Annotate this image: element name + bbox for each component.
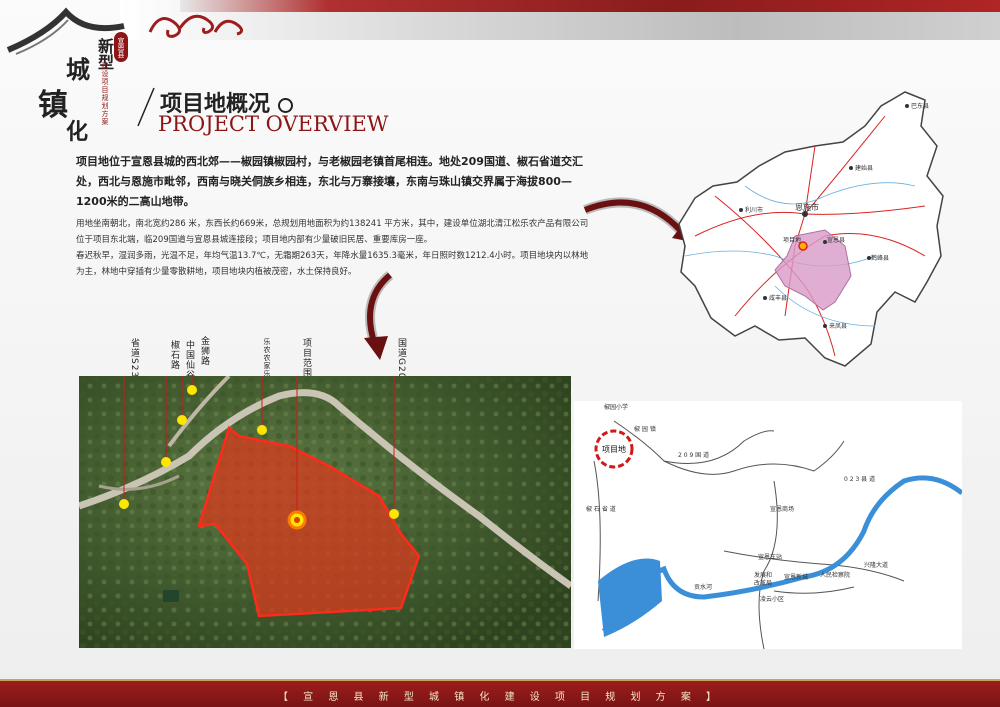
satellite-image xyxy=(79,376,571,648)
footer-text: 【 宣 恩 县 新 型 城 镇 化 建 设 项 目 规 划 方 案 】 xyxy=(277,692,723,703)
svg-text:椒园小学: 椒园小学 xyxy=(604,403,628,411)
callout-dot-jinshi xyxy=(187,385,197,395)
svg-text:咸丰县: 咸丰县 xyxy=(769,294,787,302)
header-red-strip xyxy=(180,0,1000,12)
logo-char-zhen: 镇 xyxy=(38,88,68,123)
callout-label-xiangu: 中国仙谷 xyxy=(184,340,194,380)
svg-text:0 2 3 县 道: 0 2 3 县 道 xyxy=(844,475,875,483)
svg-text:鹤峰县: 鹤峰县 xyxy=(871,254,889,262)
svg-text:宣恩县: 宣恩县 xyxy=(827,236,845,244)
svg-text:人民检察院: 人民检察院 xyxy=(820,571,850,579)
svg-text:宣恩车站: 宣恩车站 xyxy=(758,553,782,561)
svg-text:贡水河: 贡水河 xyxy=(694,583,712,591)
body-text: 用地坐南朝北，南北宽约286 米，东西长约669米，总规划用地面积为约13824… xyxy=(76,216,596,280)
region-boundary xyxy=(678,91,944,367)
svg-text:椒 园 镇: 椒 园 镇 xyxy=(634,425,656,433)
body-paragraph-1: 用地坐南朝北，南北宽约286 米，东西长约669米，总规划用地面积为约13824… xyxy=(76,219,589,245)
svg-text:改革局: 改革局 xyxy=(754,579,772,587)
logo-subtitle: 建设项目规划方案 xyxy=(101,62,109,126)
svg-text:项目地: 项目地 xyxy=(602,444,626,454)
svg-text:利川市: 利川市 xyxy=(745,206,763,214)
callout-dot-g209 xyxy=(389,509,399,519)
logo-county-badge: 宣恩县 xyxy=(114,32,128,62)
footer-band: 【 宣 恩 县 新 型 城 镇 化 建 设 项 目 规 划 方 案 】 xyxy=(0,679,1000,707)
callout-dot-farmhouse xyxy=(257,425,267,435)
body-paragraph-2: 春迟秋早，湿润多雨，光温不足，年均气温13.7℃，无霜期263天，年降水量163… xyxy=(76,251,589,277)
svg-text:巴东县: 巴东县 xyxy=(911,102,929,110)
callout-dot-s232 xyxy=(119,499,129,509)
river xyxy=(601,475,964,633)
page-subtitle-en: PROJECT OVERVIEW xyxy=(158,112,389,136)
site-location-map: 项目地 椒园小学 2 0 9 国 道 椒 园 镇 0 2 3 县 道 椒 石 省… xyxy=(574,401,964,650)
svg-text:来凤县: 来凤县 xyxy=(829,323,847,330)
logo-char-cheng: 城 xyxy=(66,55,90,84)
region-map: 巴东县 建始县 利川市 恩施市 宣恩县 项目地 鹤峰县 咸丰县 来凤县 xyxy=(675,86,945,386)
svg-text:恩施市: 恩施市 xyxy=(795,202,819,212)
callout-label-jinshi: 金狮路 xyxy=(199,336,209,366)
logo: 宣恩县 新型 城 镇 化 建设项目规划方案 xyxy=(6,7,130,150)
svg-text:发展和: 发展和 xyxy=(754,571,772,579)
svg-text:凌云小区: 凌云小区 xyxy=(760,595,784,603)
callout-label-farmhouse: 乐农农家乐 xyxy=(263,338,271,378)
callout-dot-jiaoshi xyxy=(161,457,171,467)
callout-dot-xiangu xyxy=(177,415,187,425)
callout-label-site: 项目范围 xyxy=(301,338,311,378)
callout-label-jiaoshi: 椒石路 xyxy=(169,340,179,370)
svg-text:建始县: 建始县 xyxy=(855,164,873,172)
cloud-ornament-icon xyxy=(148,14,244,38)
logo-char-hua: 化 xyxy=(66,119,89,145)
svg-text:宣恩新城: 宣恩新城 xyxy=(784,573,808,581)
intro-paragraph: 项目地位于宣恩县城的西北郊——椒园镇椒园村，与老椒园老镇首尾相连。地处209国道… xyxy=(76,155,583,208)
svg-text:项目地: 项目地 xyxy=(783,236,801,244)
svg-text:2 0 9 国 道: 2 0 9 国 道 xyxy=(678,451,709,459)
svg-text:椒 石 省 道: 椒 石 省 道 xyxy=(586,505,616,513)
svg-text:宣恩商场: 宣恩商场 xyxy=(770,505,794,513)
svg-text:兴隆大道: 兴隆大道 xyxy=(864,561,888,569)
circle-icon xyxy=(278,97,294,113)
